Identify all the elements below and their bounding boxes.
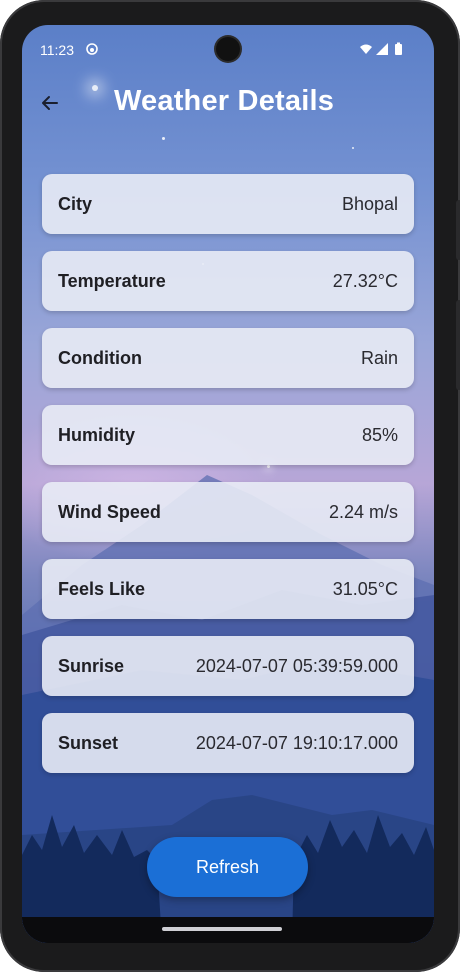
signal-icon xyxy=(376,43,388,55)
detail-card-city: City Bhopal xyxy=(42,174,414,234)
detail-label: City xyxy=(58,193,93,214)
detail-card-temperature: Temperature 27.32°C xyxy=(42,251,414,311)
detail-value: 31.05°C xyxy=(332,578,398,599)
detail-card-feels-like: Feels Like 31.05°C xyxy=(42,559,414,619)
notification-icon xyxy=(86,42,98,55)
home-gesture-handle[interactable] xyxy=(162,927,282,931)
detail-card-condition: Condition Rain xyxy=(42,328,414,388)
star xyxy=(162,137,165,140)
detail-label: Sunset xyxy=(58,732,119,753)
detail-label: Sunrise xyxy=(58,655,125,676)
arrow-left-icon xyxy=(42,96,58,110)
page-title: Weather Details xyxy=(114,85,335,117)
navigation-bar xyxy=(22,917,434,943)
refresh-button[interactable]: Refresh xyxy=(147,837,308,897)
detail-value: Rain xyxy=(360,347,398,368)
detail-label: Wind Speed xyxy=(58,501,161,522)
detail-card-humidity: Humidity 85% xyxy=(42,405,414,465)
detail-label: Condition xyxy=(58,347,142,368)
status-icons xyxy=(358,41,408,57)
wifi-icon xyxy=(360,44,372,54)
detail-card-sunrise: Sunrise 2024-07-07 05:39:59.000 xyxy=(42,636,414,696)
detail-card-sunset: Sunset 2024-07-07 19:10:17.000 xyxy=(42,713,414,773)
volume-button xyxy=(456,300,460,390)
detail-label: Humidity xyxy=(58,424,136,445)
detail-label: Temperature xyxy=(58,270,166,291)
detail-value: 27.32°C xyxy=(332,270,398,291)
status-bar: 11:23 xyxy=(22,25,434,75)
status-time: 11:23 xyxy=(40,42,74,58)
app-screen: 11:23 Weather Details City Bhopal Temper… xyxy=(22,25,434,943)
power-button xyxy=(456,200,460,260)
detail-value: Bhopal xyxy=(341,193,398,214)
detail-label: Feels Like xyxy=(58,578,146,599)
back-button[interactable] xyxy=(34,87,66,119)
phone-frame: 11:23 Weather Details City Bhopal Temper… xyxy=(0,0,460,972)
front-camera xyxy=(216,37,240,61)
battery-icon xyxy=(395,42,402,55)
app-bar: Weather Details xyxy=(22,75,434,131)
weather-details-list: City Bhopal Temperature 27.32°C Conditio… xyxy=(42,174,414,790)
detail-value: 2024-07-07 19:10:17.000 xyxy=(195,732,398,753)
detail-value: 2.24 m/s xyxy=(328,501,398,522)
star xyxy=(352,147,354,149)
detail-value: 2024-07-07 05:39:59.000 xyxy=(195,655,398,676)
detail-value: 85% xyxy=(361,424,398,445)
detail-card-wind-speed: Wind Speed 2.24 m/s xyxy=(42,482,414,542)
